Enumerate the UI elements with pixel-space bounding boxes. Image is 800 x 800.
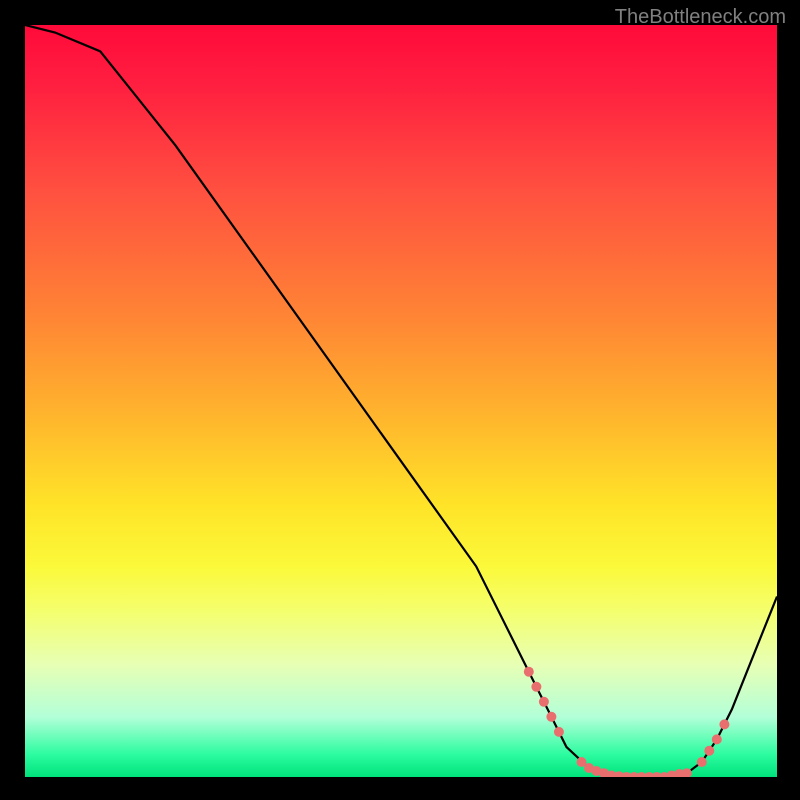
data-marker	[644, 772, 654, 777]
chart-curve	[25, 25, 777, 777]
data-marker	[592, 766, 602, 776]
data-marker	[622, 772, 632, 777]
data-marker	[539, 697, 549, 707]
data-marker	[629, 772, 639, 777]
line-series	[25, 25, 777, 777]
data-marker	[719, 719, 729, 729]
data-marker	[614, 771, 624, 777]
data-marker	[682, 768, 692, 777]
data-marker	[524, 667, 534, 677]
data-marker	[577, 757, 587, 767]
chart-plot-area	[25, 25, 777, 777]
watermark-label: TheBottleneck.com	[615, 6, 786, 29]
data-marker	[667, 771, 677, 778]
data-marker	[531, 682, 541, 692]
data-marker	[674, 769, 684, 777]
data-marker	[659, 772, 669, 777]
data-marker	[697, 757, 707, 767]
data-marker	[652, 772, 662, 777]
data-marker	[607, 771, 617, 778]
data-marker	[712, 734, 722, 744]
data-marker	[584, 763, 594, 773]
data-marker	[546, 712, 556, 722]
data-marker	[704, 746, 714, 756]
marker-group	[524, 667, 730, 777]
data-marker	[637, 772, 647, 777]
data-marker	[599, 768, 609, 777]
data-marker	[554, 727, 564, 737]
